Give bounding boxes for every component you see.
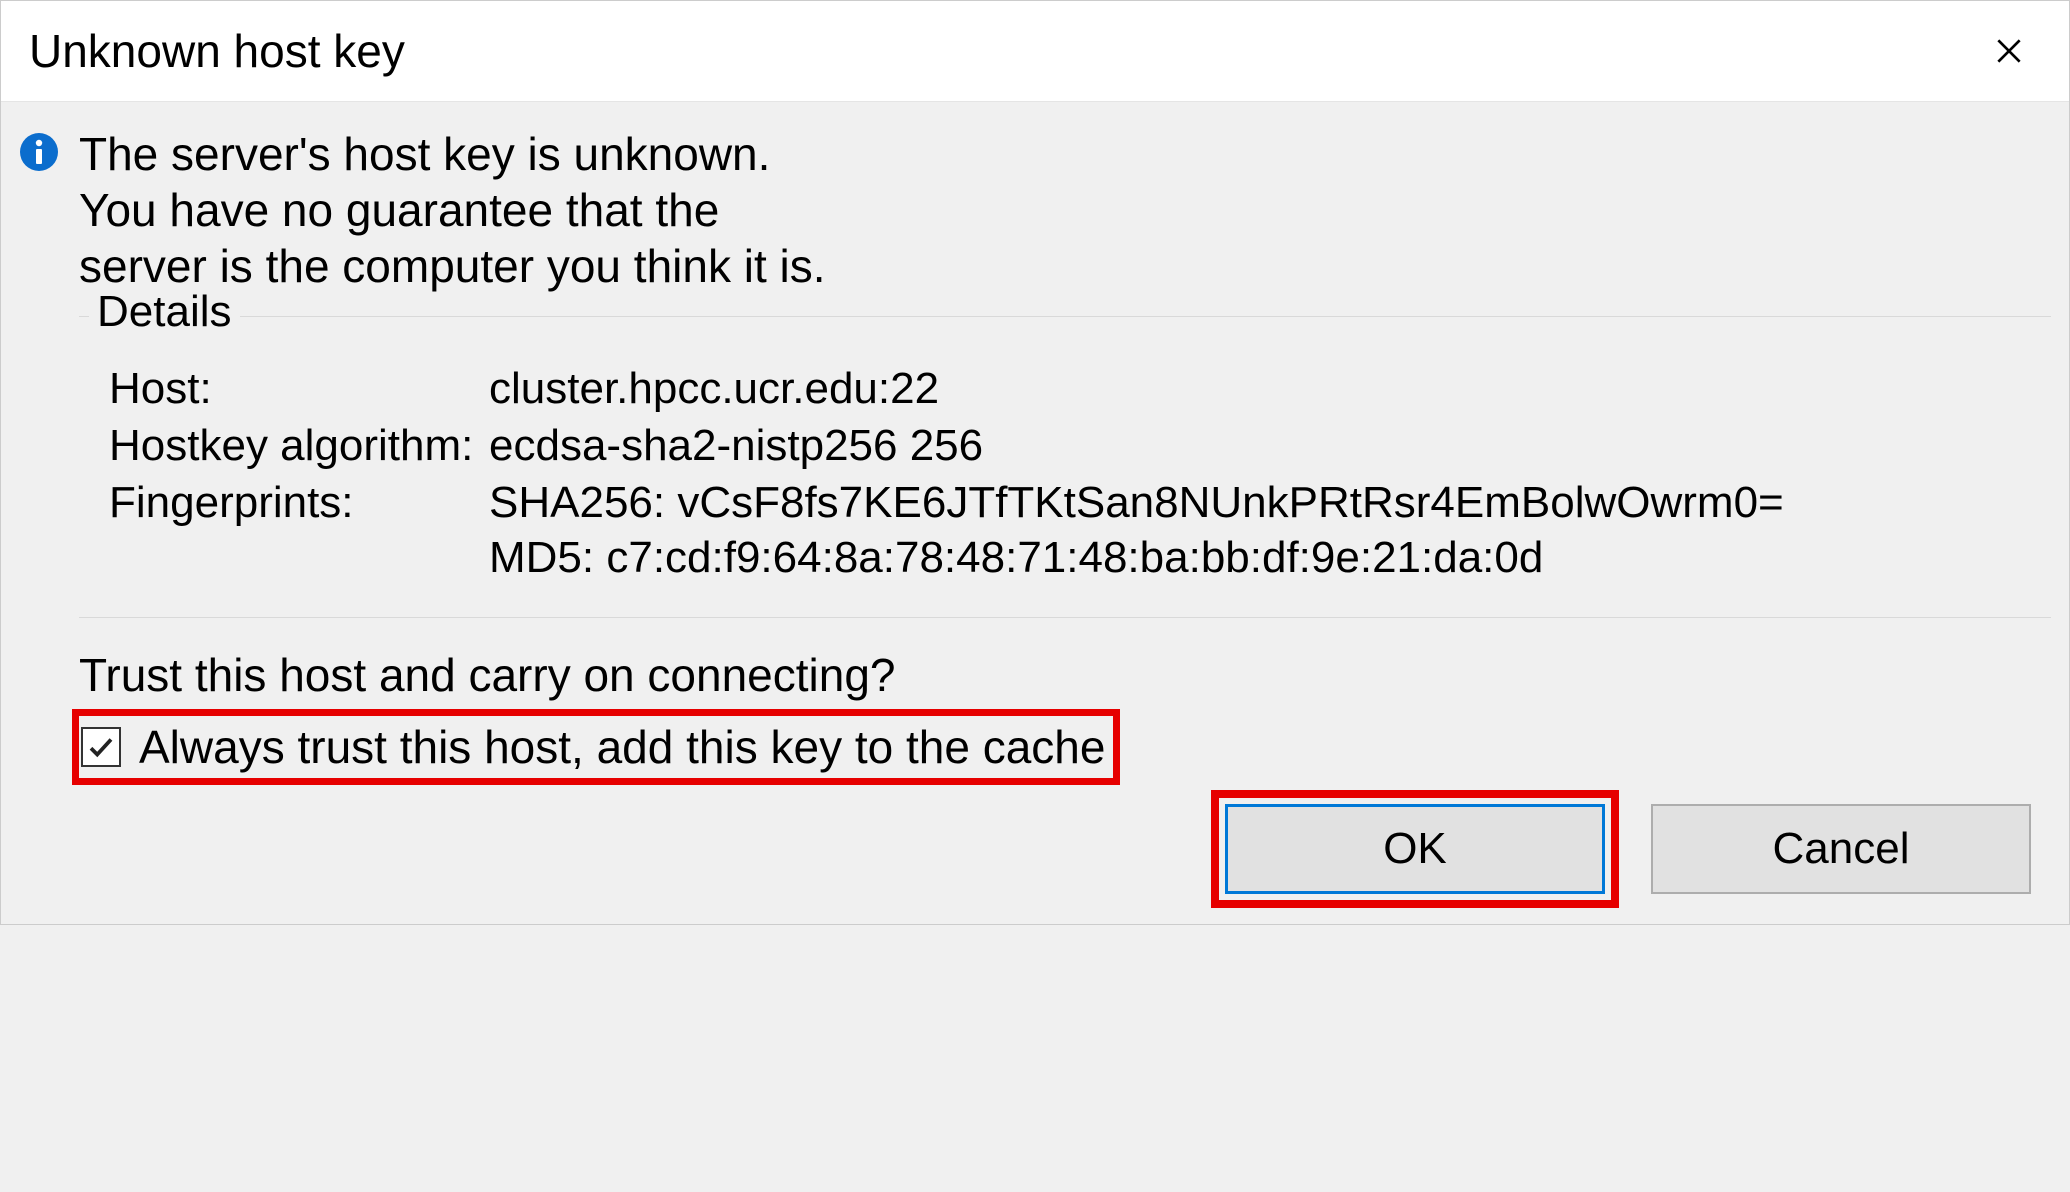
checkmark-icon (86, 732, 116, 762)
close-button[interactable] (1977, 19, 2041, 83)
titlebar: Unknown host key (1, 1, 2069, 102)
fingerprints-label: Fingerprints: (109, 475, 489, 585)
details-group: Details Host: cluster.hpcc.ucr.edu:22 Ho… (79, 316, 2051, 618)
always-trust-label: Always trust this host, add this key to … (139, 720, 1105, 774)
host-label: Host: (109, 361, 489, 416)
fingerprint-sha256: SHA256: vCsF8fs7KE6JTfTKtSan8NUnkPRtRsr4… (489, 475, 2021, 530)
cancel-label: Cancel (1773, 824, 1910, 874)
button-row: OK Cancel (19, 804, 2031, 900)
checkbox-box (81, 727, 121, 767)
detail-row-fingerprints: Fingerprints: SHA256: vCsF8fs7KE6JTfTKtS… (109, 475, 2021, 585)
info-icon (19, 132, 59, 172)
message-row: The server's host key is unknown. You ha… (19, 126, 2051, 294)
detail-row-host: Host: cluster.hpcc.ucr.edu:22 (109, 361, 2021, 416)
detail-row-algorithm: Hostkey algorithm: ecdsa-sha2-nistp256 2… (109, 418, 2021, 473)
ok-button[interactable]: OK (1225, 804, 1605, 894)
details-legend: Details (89, 287, 240, 337)
algorithm-label: Hostkey algorithm: (109, 418, 489, 473)
dialog-title: Unknown host key (29, 24, 405, 78)
ok-label: OK (1383, 824, 1447, 874)
always-trust-checkbox[interactable]: Always trust this host, add this key to … (79, 716, 1113, 778)
trust-prompt: Trust this host and carry on connecting? (79, 648, 2051, 702)
fingerprints-value: SHA256: vCsF8fs7KE6JTfTKtSan8NUnkPRtRsr4… (489, 475, 2021, 585)
fingerprint-md5: MD5: c7:cd:f9:64:8a:78:48:71:48:ba:bb:df… (489, 530, 2021, 585)
unknown-host-key-dialog: Unknown host key The server's host key i… (0, 0, 2070, 925)
message-text: The server's host key is unknown. You ha… (79, 126, 839, 294)
host-value: cluster.hpcc.ucr.edu:22 (489, 361, 2021, 416)
algorithm-value: ecdsa-sha2-nistp256 256 (489, 418, 2021, 473)
close-icon (1993, 35, 2025, 67)
cancel-button[interactable]: Cancel (1651, 804, 2031, 894)
dialog-body: The server's host key is unknown. You ha… (1, 102, 2069, 924)
